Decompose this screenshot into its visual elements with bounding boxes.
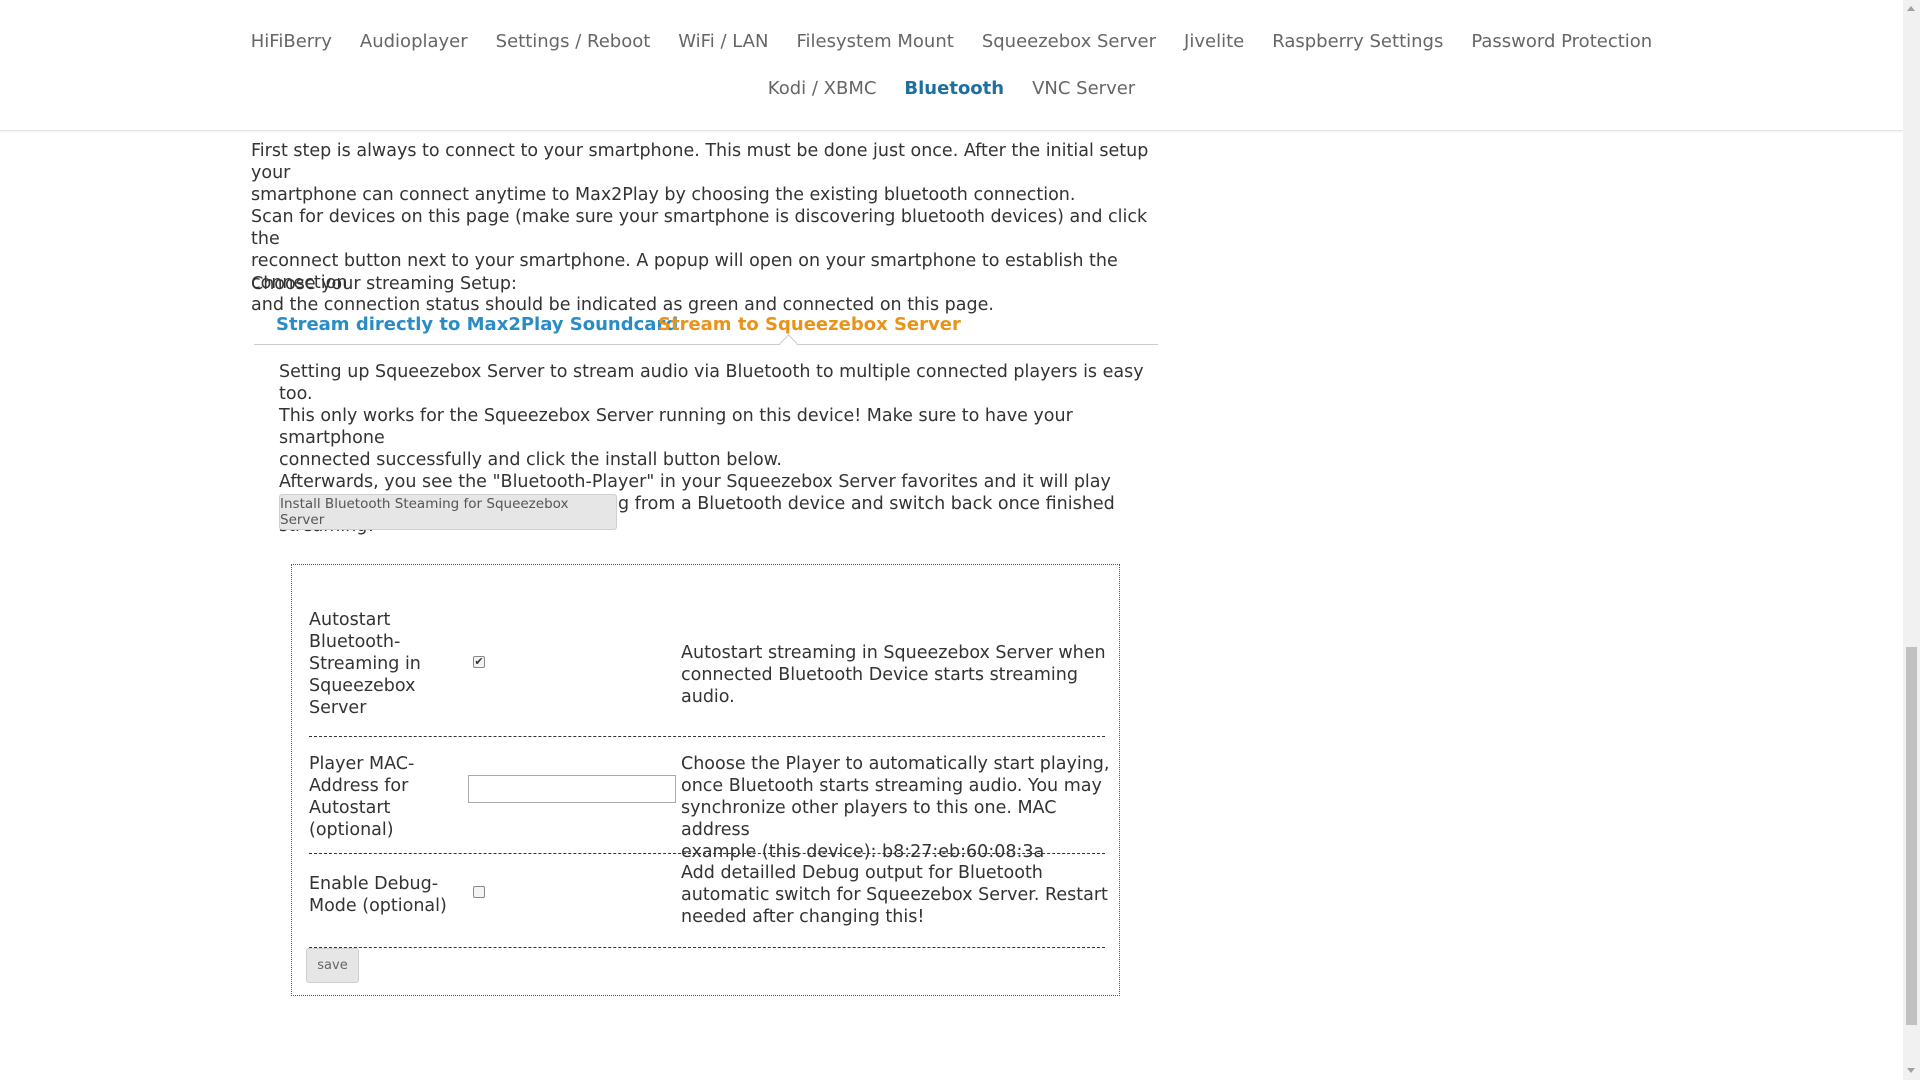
desc-line: connected Bluetooth Device starts stream… [681, 665, 1078, 707]
page: HiFiBerry Audioplayer Settings / Reboot … [0, 0, 1903, 1080]
intro-line: Scan for devices on this page (make sure… [251, 207, 1148, 249]
nav-row-secondary: Kodi / XBMC Bluetooth VNC Server [0, 75, 1903, 103]
panel-line: Setting up Squeezebox Server to stream a… [279, 362, 1144, 404]
nav-hifiberry[interactable]: HiFiBerry [237, 28, 346, 56]
mac-address-label: Player MAC- Address for Autostart (optio… [309, 753, 439, 841]
nav-password-protection[interactable]: Password Protection [1457, 28, 1666, 56]
label-line: Autostart [309, 798, 391, 818]
nav-vnc-server[interactable]: VNC Server [1018, 75, 1149, 103]
label-line: Autostart [309, 610, 391, 630]
active-tab-caret [779, 334, 798, 353]
label-line: Mode (optional) [309, 896, 447, 916]
save-button[interactable]: save [306, 948, 359, 983]
form-row-mac-address: Player MAC- Address for Autostart (optio… [309, 736, 1109, 862]
vertical-scrollbar[interactable] [1903, 0, 1920, 1080]
nav-filesystem-mount[interactable]: Filesystem Mount [782, 28, 967, 56]
label-line: Enable Debug- [309, 874, 439, 894]
desc-line: Choose the Player to automatically start… [681, 754, 1110, 774]
desc-line: once Bluetooth starts streaming audio. Y… [681, 776, 1102, 796]
nav-jivelite[interactable]: Jivelite [1170, 28, 1258, 56]
nav-bluetooth[interactable]: Bluetooth [890, 75, 1018, 103]
scroll-up-arrow-icon[interactable] [1907, 6, 1915, 11]
settings-form: Autostart Bluetooth- Streaming in Squeez… [291, 564, 1120, 996]
label-line: Server [309, 698, 367, 718]
autostart-label: Autostart Bluetooth- Streaming in Squeez… [309, 609, 439, 719]
desc-line: Autostart streaming in Squeezebox Server… [681, 643, 1106, 663]
form-row-autostart: Autostart Bluetooth- Streaming in Squeez… [309, 587, 1106, 737]
nav-audioplayer[interactable]: Audioplayer [346, 28, 482, 56]
nav-squeezebox-server[interactable]: Squeezebox Server [968, 28, 1170, 56]
debug-mode-checkbox[interactable] [473, 886, 485, 898]
tab-stream-squeezebox[interactable]: Stream to Squeezebox Server [658, 314, 961, 335]
desc-line: Add detailled Debug output for Bluetooth [681, 863, 1043, 883]
desc-line: needed after changing this! [681, 907, 925, 927]
intro-line: smartphone can connect anytime to Max2Pl… [251, 185, 1076, 205]
scrollbar-thumb[interactable] [1906, 647, 1917, 1025]
panel-line: connected successfully and click the ins… [279, 450, 782, 470]
label-line: Bluetooth- [309, 632, 401, 652]
debug-mode-label: Enable Debug- Mode (optional) [309, 873, 449, 917]
debug-mode-description: Add detailled Debug output for Bluetooth… [681, 862, 1111, 928]
autostart-description: Autostart streaming in Squeezebox Server… [681, 642, 1111, 708]
desc-line: automatic switch for Squeezebox Server. … [681, 885, 1108, 905]
nav-row-primary: HiFiBerry Audioplayer Settings / Reboot … [0, 28, 1903, 56]
nav-settings-reboot[interactable]: Settings / Reboot [482, 28, 665, 56]
nav-wifi-lan[interactable]: WiFi / LAN [664, 28, 782, 56]
install-bluetooth-streaming-button[interactable]: Install Bluetooth Steaming for Squeezebo… [279, 494, 617, 530]
label-line: Player MAC- [309, 754, 415, 774]
desc-line: synchronize other players to this one. M… [681, 798, 1057, 840]
mac-address-description: Choose the Player to automatically start… [681, 753, 1111, 863]
label-line: (optional) [309, 820, 394, 840]
choose-setup-heading: Choose your streaming Setup: [251, 274, 517, 294]
label-line: Address for [309, 776, 409, 796]
tab-stream-direct[interactable]: Stream directly to Max2Play Soundcard [276, 314, 678, 335]
intro-line: First step is always to connect to your … [251, 141, 1149, 183]
nav-raspberry-settings[interactable]: Raspberry Settings [1258, 28, 1457, 56]
panel-line: Afterwards, you see the "Bluetooth-Playe… [279, 472, 1111, 492]
autostart-checkbox[interactable]: ✔ [473, 656, 485, 668]
top-navigation: HiFiBerry Audioplayer Settings / Reboot … [0, 0, 1903, 131]
mac-address-input[interactable] [468, 775, 676, 803]
streaming-tabs: Stream directly to Max2Play Soundcard St… [254, 310, 1158, 353]
label-line: Squeezebox [309, 676, 416, 696]
form-row-debug: Enable Debug- Mode (optional) Add detail… [309, 853, 1108, 948]
scroll-down-arrow-icon[interactable] [1907, 1068, 1915, 1073]
label-line: Streaming in [309, 654, 421, 674]
nav-kodi-xbmc[interactable]: Kodi / XBMC [754, 75, 891, 103]
panel-line: This only works for the Squeezebox Serve… [279, 406, 1073, 448]
